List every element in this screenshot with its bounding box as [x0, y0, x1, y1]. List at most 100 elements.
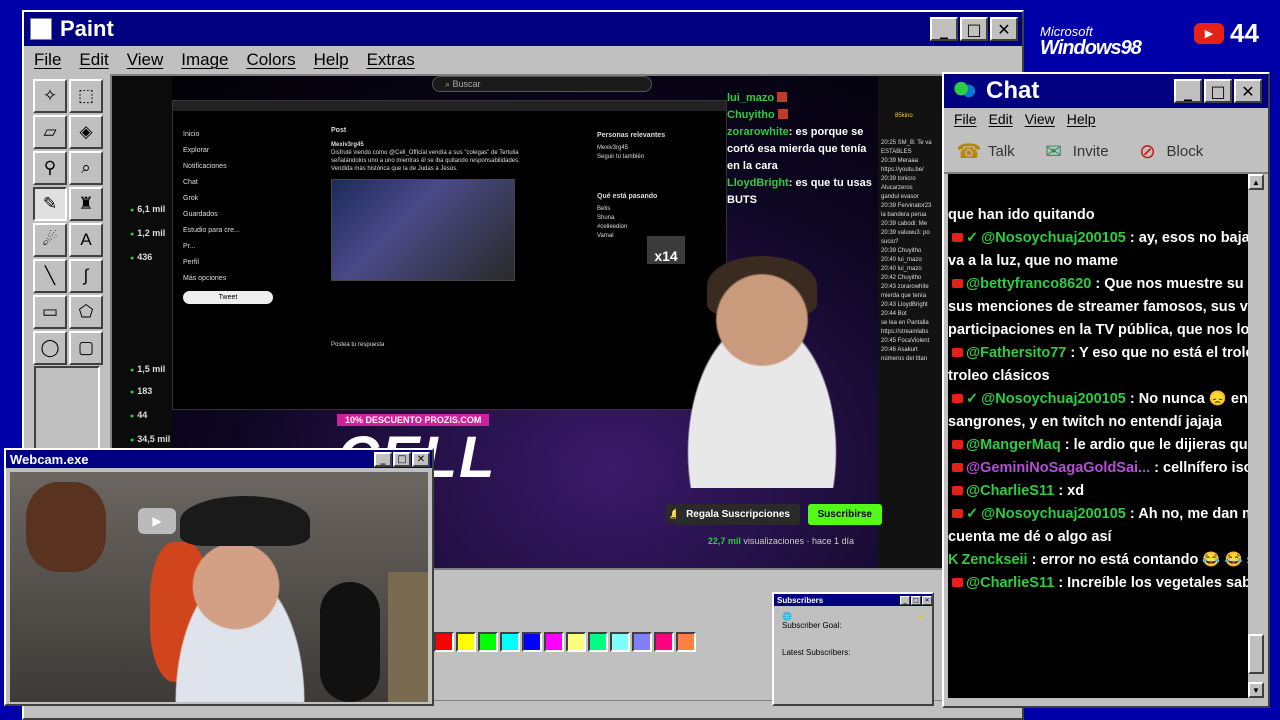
- rectangle-icon[interactable]: ▭: [33, 295, 67, 329]
- menu-colors[interactable]: Colors: [247, 50, 296, 70]
- free-select-icon[interactable]: ✧: [33, 79, 67, 113]
- x-trend: Betis: [597, 206, 611, 212]
- chat-username[interactable]: @GeminiNoSagaGoldSai...: [966, 460, 1150, 476]
- menu-help[interactable]: Help: [314, 50, 349, 70]
- chat-scrollbar[interactable]: ▲ ▼: [1248, 174, 1264, 698]
- windows98-label: Windows98: [1040, 37, 1142, 59]
- menu-image[interactable]: Image: [181, 50, 228, 70]
- scroll-up-icon[interactable]: ▲: [1248, 174, 1264, 190]
- kick-badge: 85kino: [895, 113, 913, 119]
- chat-username[interactable]: @Fathersito77: [966, 345, 1066, 361]
- chat-username[interactable]: @CharlieS11: [966, 483, 1054, 499]
- menu-file[interactable]: File: [954, 111, 977, 127]
- chat-username[interactable]: @bettyfranco8620: [966, 276, 1091, 292]
- magnifier-icon[interactable]: ⌕: [69, 151, 103, 185]
- curve-icon[interactable]: ∫: [69, 259, 103, 293]
- line-icon[interactable]: ╲: [33, 259, 67, 293]
- chat-text: que han ido quitando: [948, 207, 1095, 223]
- chat-title: Chat: [986, 77, 1040, 104]
- minimize-button[interactable]: _: [374, 451, 392, 467]
- color-swatch[interactable]: [566, 632, 586, 652]
- chat-text: : cellnífero iscariote: [1154, 460, 1254, 476]
- chat-titlebar[interactable]: Chat _ □ ✕: [944, 74, 1268, 108]
- color-swatch[interactable]: [456, 632, 476, 652]
- x-follow-button: Seguir tú también: [597, 154, 645, 160]
- chat-text: sangrones, y en twitch no entendí jajaja: [948, 414, 1222, 430]
- color-swatch[interactable]: [522, 632, 542, 652]
- chat-text: : ay, esos no bajan las e: [1129, 230, 1254, 246]
- menu-file[interactable]: File: [34, 50, 61, 70]
- search-input[interactable]: ⌕ Buscar: [432, 76, 652, 92]
- menu-help[interactable]: Help: [1067, 111, 1096, 127]
- rounded-rect-icon[interactable]: ▢: [69, 331, 103, 365]
- chat-username[interactable]: @MangerMaq: [966, 437, 1061, 453]
- chat-text: : Que nos muestre su canal de: [1095, 276, 1254, 292]
- menu-edit[interactable]: Edit: [989, 111, 1013, 127]
- block-icon: ⊘: [1139, 140, 1156, 163]
- talk-button[interactable]: ☎ Talk: [956, 139, 1015, 163]
- menu-edit[interactable]: Edit: [79, 50, 108, 70]
- paint-titlebar[interactable]: Paint _ □ ✕: [24, 12, 1022, 46]
- subscribers-titlebar[interactable]: Subscribers _ □ ✕: [774, 594, 932, 606]
- block-label: Block: [1166, 142, 1204, 160]
- chat-message: sangrones, y en twitch no entendí jajaja: [948, 411, 1254, 434]
- youtube-icon: [952, 463, 963, 472]
- webcam-titlebar[interactable]: Webcam.exe _ □ ✕: [6, 450, 432, 468]
- airbrush-icon[interactable]: ☄: [33, 223, 67, 257]
- talk-label: Talk: [988, 142, 1015, 160]
- brush-icon[interactable]: ♜: [69, 187, 103, 221]
- block-button[interactable]: ⊘ Block: [1135, 139, 1204, 163]
- text-icon[interactable]: A: [69, 223, 103, 257]
- chat-username[interactable]: @Nosoychuaj200105: [981, 391, 1126, 407]
- minimize-button[interactable]: _: [1174, 79, 1202, 103]
- chat-username[interactable]: Zenckseii: [961, 552, 1027, 568]
- close-button[interactable]: ✕: [412, 451, 430, 467]
- close-button[interactable]: ✕: [1234, 79, 1262, 103]
- ellipse-icon[interactable]: ◯: [33, 331, 67, 365]
- chat-username[interactable]: @Nosoychuaj200105: [981, 506, 1126, 522]
- color-swatch[interactable]: [588, 632, 608, 652]
- color-swatch[interactable]: [654, 632, 674, 652]
- menu-view[interactable]: View: [1025, 111, 1055, 127]
- menu-extras[interactable]: Extras: [367, 50, 415, 70]
- scroll-thumb[interactable]: [1248, 634, 1264, 674]
- color-picker-icon[interactable]: ⚲: [33, 151, 67, 185]
- invite-icon: ✉: [1045, 140, 1063, 163]
- x-right-column: Personas relevantes Mexiv3rg45 Seguir tú…: [597, 127, 707, 241]
- tool-options[interactable]: [34, 366, 100, 456]
- color-swatch[interactable]: [544, 632, 564, 652]
- close-button[interactable]: ✕: [922, 595, 932, 605]
- chat-username[interactable]: @Nosoychuaj200105: [981, 230, 1126, 246]
- eraser-icon[interactable]: ▱: [33, 115, 67, 149]
- color-swatch[interactable]: [478, 632, 498, 652]
- color-swatch[interactable]: [632, 632, 652, 652]
- maximize-button[interactable]: □: [393, 451, 411, 467]
- gift-subs-button[interactable]: Regala Suscripciones: [676, 504, 800, 525]
- invite-button[interactable]: ✉ Invite: [1041, 139, 1108, 163]
- pencil-icon[interactable]: ✎: [33, 187, 67, 221]
- close-button[interactable]: ✕: [990, 17, 1018, 41]
- rect-select-icon[interactable]: ⬚: [69, 79, 103, 113]
- maximize-button[interactable]: □: [911, 595, 921, 605]
- minimize-button[interactable]: _: [930, 17, 958, 41]
- menu-view[interactable]: View: [127, 50, 164, 70]
- maximize-button[interactable]: □: [960, 17, 988, 41]
- maximize-button[interactable]: □: [1204, 79, 1232, 103]
- verified-icon: ✓: [966, 230, 979, 246]
- fill-bucket-icon[interactable]: ◈: [69, 115, 103, 149]
- x-nav-item: Inicio: [183, 131, 200, 138]
- minimize-button[interactable]: _: [900, 595, 910, 605]
- chat-username[interactable]: @CharlieS11: [966, 575, 1054, 591]
- subscribe-button[interactable]: Suscribirse: [807, 504, 882, 525]
- chat-log[interactable]: que han ido quitando ✓ @Nosoychuaj200105 :…: [948, 174, 1254, 698]
- color-swatch[interactable]: [434, 632, 454, 652]
- phone-icon: ☎: [956, 140, 982, 163]
- overlay-chat-user: LloydBright: [727, 177, 789, 189]
- x-nav-item: Perfil: [183, 259, 199, 266]
- scroll-down-icon[interactable]: ▼: [1248, 682, 1264, 698]
- color-swatch[interactable]: [676, 632, 696, 652]
- chat-message: que han ido quitando: [948, 204, 1254, 227]
- polygon-icon[interactable]: ⬠: [69, 295, 103, 329]
- color-swatch[interactable]: [500, 632, 520, 652]
- color-swatch[interactable]: [610, 632, 630, 652]
